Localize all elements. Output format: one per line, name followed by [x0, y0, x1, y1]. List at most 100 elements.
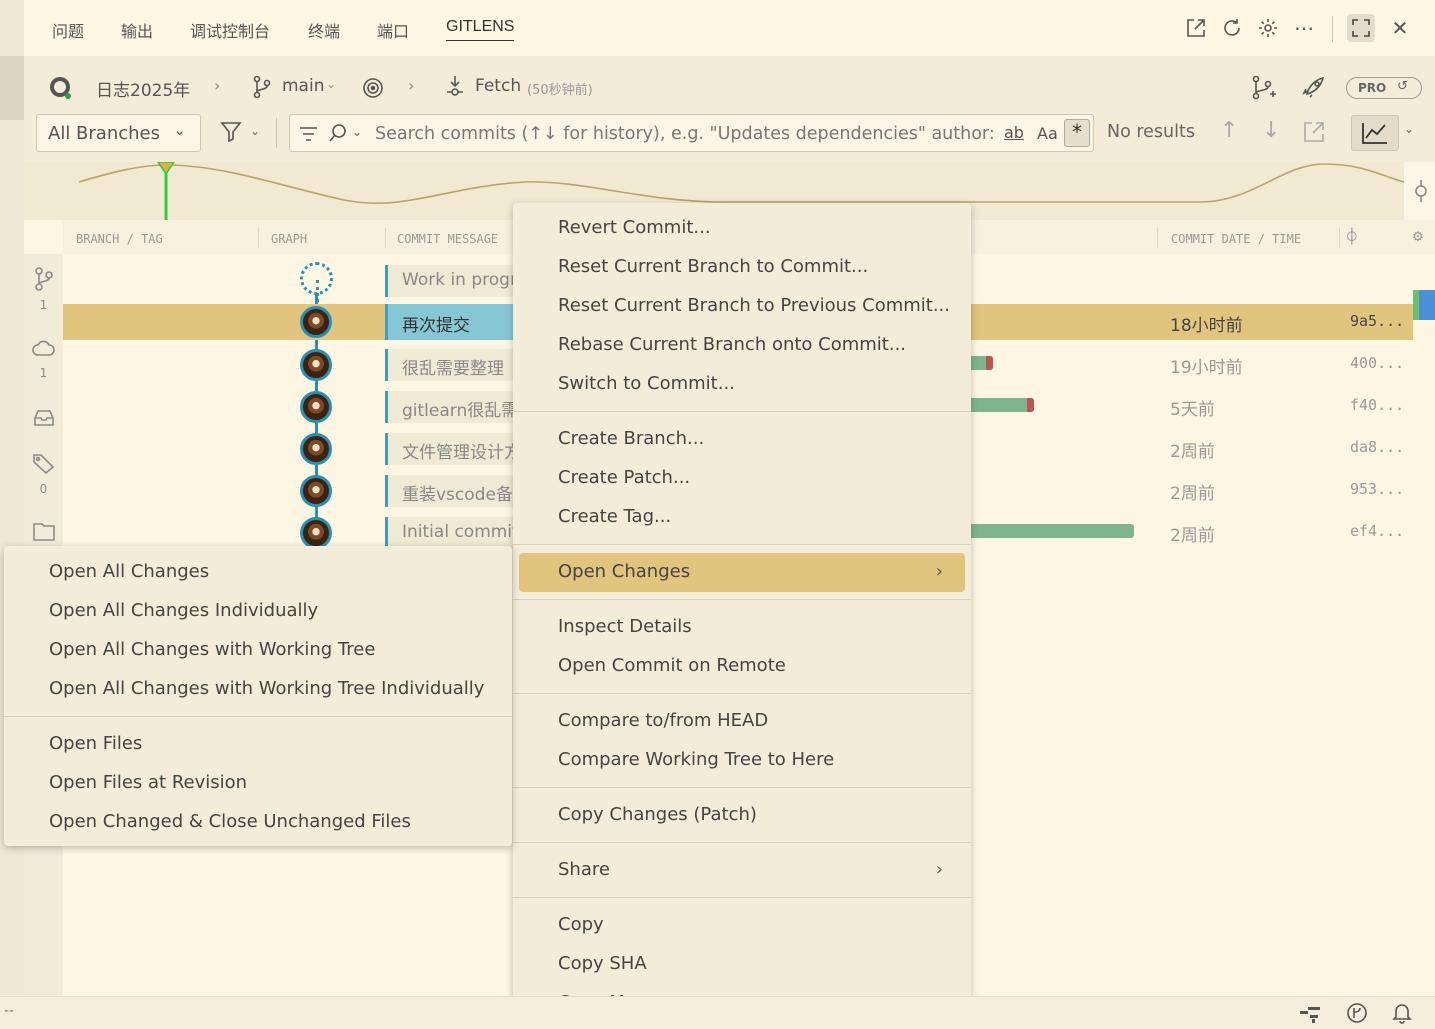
- open-results-icon[interactable]: [1302, 120, 1326, 148]
- tab-ports[interactable]: 端口: [377, 18, 409, 42]
- submenu-open-all-changes-individually[interactable]: Open All Changes Individually: [4, 592, 512, 631]
- tab-output[interactable]: 输出: [121, 18, 153, 42]
- submenu-open-changed-close-unchanged[interactable]: Open Changed & Close Unchanged Files: [4, 803, 512, 842]
- target-icon[interactable]: [362, 77, 384, 103]
- share-chevron-right-icon: ›: [935, 859, 943, 880]
- repo-name[interactable]: 日志2025年: [96, 76, 190, 101]
- graph-status-icon[interactable]: [1298, 1003, 1322, 1027]
- panel-tab-bar: 问题 输出 调试控制台 终端 端口 GITLENS ⋯ ✕: [24, 0, 1435, 56]
- commit-message: Work in progre: [385, 265, 515, 297]
- menu-compare-working-tree[interactable]: Compare Working Tree to Here: [513, 741, 971, 780]
- commit-avatar: [300, 349, 332, 381]
- submenu-open-all-changes-working-tree[interactable]: Open All Changes with Working Tree: [4, 631, 512, 670]
- menu-share-label: Share: [558, 859, 610, 880]
- tab-problems[interactable]: 问题: [52, 18, 84, 42]
- match-whole-word-toggle[interactable]: ab: [1004, 123, 1024, 142]
- commit-date: 18小时前: [1170, 316, 1243, 336]
- changes-bar: [963, 524, 1134, 538]
- column-settings-gear-icon[interactable]: ⚙: [1413, 226, 1423, 245]
- search-mode-chevron-icon[interactable]: ⌄: [352, 125, 362, 139]
- search-commits-input[interactable]: ⌄ Search commits (↑↓ for history), e.g. …: [289, 114, 1094, 152]
- branch-chevron-down-icon[interactable]: ⌄: [326, 77, 336, 91]
- gitlens-status-icon[interactable]: [1346, 1002, 1368, 1028]
- refresh-icon[interactable]: [1218, 14, 1246, 42]
- close-panel-icon[interactable]: ✕: [1386, 14, 1414, 42]
- menu-reset-branch-to-previous[interactable]: Reset Current Branch to Previous Commit.…: [513, 287, 971, 326]
- tags-icon[interactable]: [24, 452, 63, 474]
- filter-funnel-icon[interactable]: [220, 120, 244, 148]
- commit-date: 2周前: [1170, 526, 1215, 546]
- submenu-open-files[interactable]: Open Files: [4, 725, 512, 764]
- commit-message: 再次提交: [385, 304, 515, 340]
- column-commit-message[interactable]: COMMIT MESSAGE: [397, 232, 498, 246]
- use-regex-toggle[interactable]: *: [1064, 119, 1090, 147]
- column-commit-date[interactable]: COMMIT DATE / TIME: [1171, 232, 1301, 246]
- menu-open-commit-on-remote[interactable]: Open Commit on Remote: [513, 647, 971, 686]
- branch-name[interactable]: main: [282, 76, 324, 96]
- submenu-open-all-changes-working-tree-individually[interactable]: Open All Changes with Working Tree Indiv…: [4, 670, 512, 709]
- menu-create-branch[interactable]: Create Branch...: [513, 420, 971, 459]
- previous-result-arrow-icon[interactable]: ↑: [1220, 118, 1238, 143]
- menu-share[interactable]: Share ›: [513, 851, 971, 890]
- tab-debug-console[interactable]: 调试控制台: [190, 18, 270, 42]
- menu-switch-to-commit[interactable]: Switch to Commit...: [513, 365, 971, 404]
- minimap-toggle[interactable]: [1351, 115, 1399, 151]
- menu-copy[interactable]: Copy: [513, 906, 971, 945]
- next-result-arrow-icon[interactable]: ↓: [1262, 118, 1280, 143]
- status-bar: --: [0, 996, 1435, 1029]
- branch-icon: [251, 75, 273, 103]
- submenu-open-files-at-revision[interactable]: Open Files at Revision: [4, 764, 512, 803]
- more-actions-icon[interactable]: ⋯: [1290, 14, 1318, 42]
- tab-terminal[interactable]: 终端: [308, 18, 340, 42]
- minimap-chevron-down-icon[interactable]: ⌄: [1404, 122, 1414, 136]
- column-branch-tag[interactable]: BRANCH / TAG: [76, 232, 163, 246]
- fetch-label[interactable]: Fetch: [475, 76, 521, 96]
- remotes-count: 1: [39, 366, 48, 380]
- menu-revert-commit[interactable]: Revert Commit...: [513, 209, 971, 248]
- menu-reset-branch-to-commit[interactable]: Reset Current Branch to Commit...: [513, 248, 971, 287]
- status-left-text: --: [4, 1003, 15, 1019]
- search-filter-icon[interactable]: [299, 125, 319, 147]
- tab-gitlens[interactable]: GITLENS: [446, 18, 515, 41]
- remotes-cloud-icon[interactable]: [24, 338, 63, 358]
- create-pr-icon[interactable]: [1250, 74, 1276, 106]
- stashes-inbox-icon[interactable]: [24, 408, 63, 428]
- notifications-bell-icon[interactable]: [1392, 1002, 1412, 1028]
- commit-date: 5天前: [1170, 400, 1215, 420]
- menu-open-changes[interactable]: Open Changes ›: [519, 553, 965, 592]
- worktrees-icon[interactable]: [24, 520, 63, 542]
- launchpad-rocket-icon[interactable]: [1302, 75, 1326, 103]
- menu-rebase-onto-commit[interactable]: Rebase Current Branch onto Commit...: [513, 326, 971, 365]
- commit-message: 文件管理设计方: [385, 433, 515, 465]
- menu-create-tag[interactable]: Create Tag...: [513, 498, 971, 537]
- commit-sha: 9a5...: [1350, 312, 1405, 330]
- branches-icon[interactable]: [24, 266, 63, 292]
- commit-sha: ef4...: [1350, 522, 1405, 540]
- commit-sha: f40...: [1350, 396, 1405, 414]
- pro-badge-label: PRO: [1358, 81, 1387, 95]
- github-icon[interactable]: [48, 75, 74, 105]
- commit-avatar: [300, 475, 332, 507]
- menu-copy-sha[interactable]: Copy SHA: [513, 945, 971, 984]
- commit-sha: 953...: [1350, 480, 1405, 498]
- branch-filter-select[interactable]: All Branches ⌄: [36, 114, 201, 152]
- history-icon: ↺: [1397, 79, 1408, 94]
- filter-chevron-down-icon[interactable]: ⌄: [250, 124, 260, 138]
- menu-create-patch[interactable]: Create Patch...: [513, 459, 971, 498]
- menu-compare-head[interactable]: Compare to/from HEAD: [513, 702, 971, 741]
- commit-message: gitlearn很乱需: [385, 391, 515, 423]
- submenu-open-all-changes[interactable]: Open All Changes: [4, 553, 512, 592]
- pro-badge[interactable]: PRO ↺: [1346, 77, 1422, 99]
- commit-avatar: [300, 306, 332, 338]
- fetch-icon[interactable]: [444, 74, 466, 104]
- settings-gear-icon[interactable]: [1254, 14, 1282, 42]
- column-graph[interactable]: GRAPH: [271, 232, 307, 246]
- branches-count: 1: [39, 298, 48, 312]
- menu-inspect-details[interactable]: Inspect Details: [513, 608, 971, 647]
- menu-copy-changes-patch[interactable]: Copy Changes (Patch): [513, 796, 971, 835]
- match-case-toggle[interactable]: Aa: [1037, 124, 1058, 143]
- maximize-panel-icon[interactable]: [1347, 14, 1375, 42]
- search-icon[interactable]: [328, 123, 350, 149]
- commit-sha-icon[interactable]: ⌽: [1347, 227, 1357, 246]
- open-in-editor-icon[interactable]: [1182, 14, 1210, 42]
